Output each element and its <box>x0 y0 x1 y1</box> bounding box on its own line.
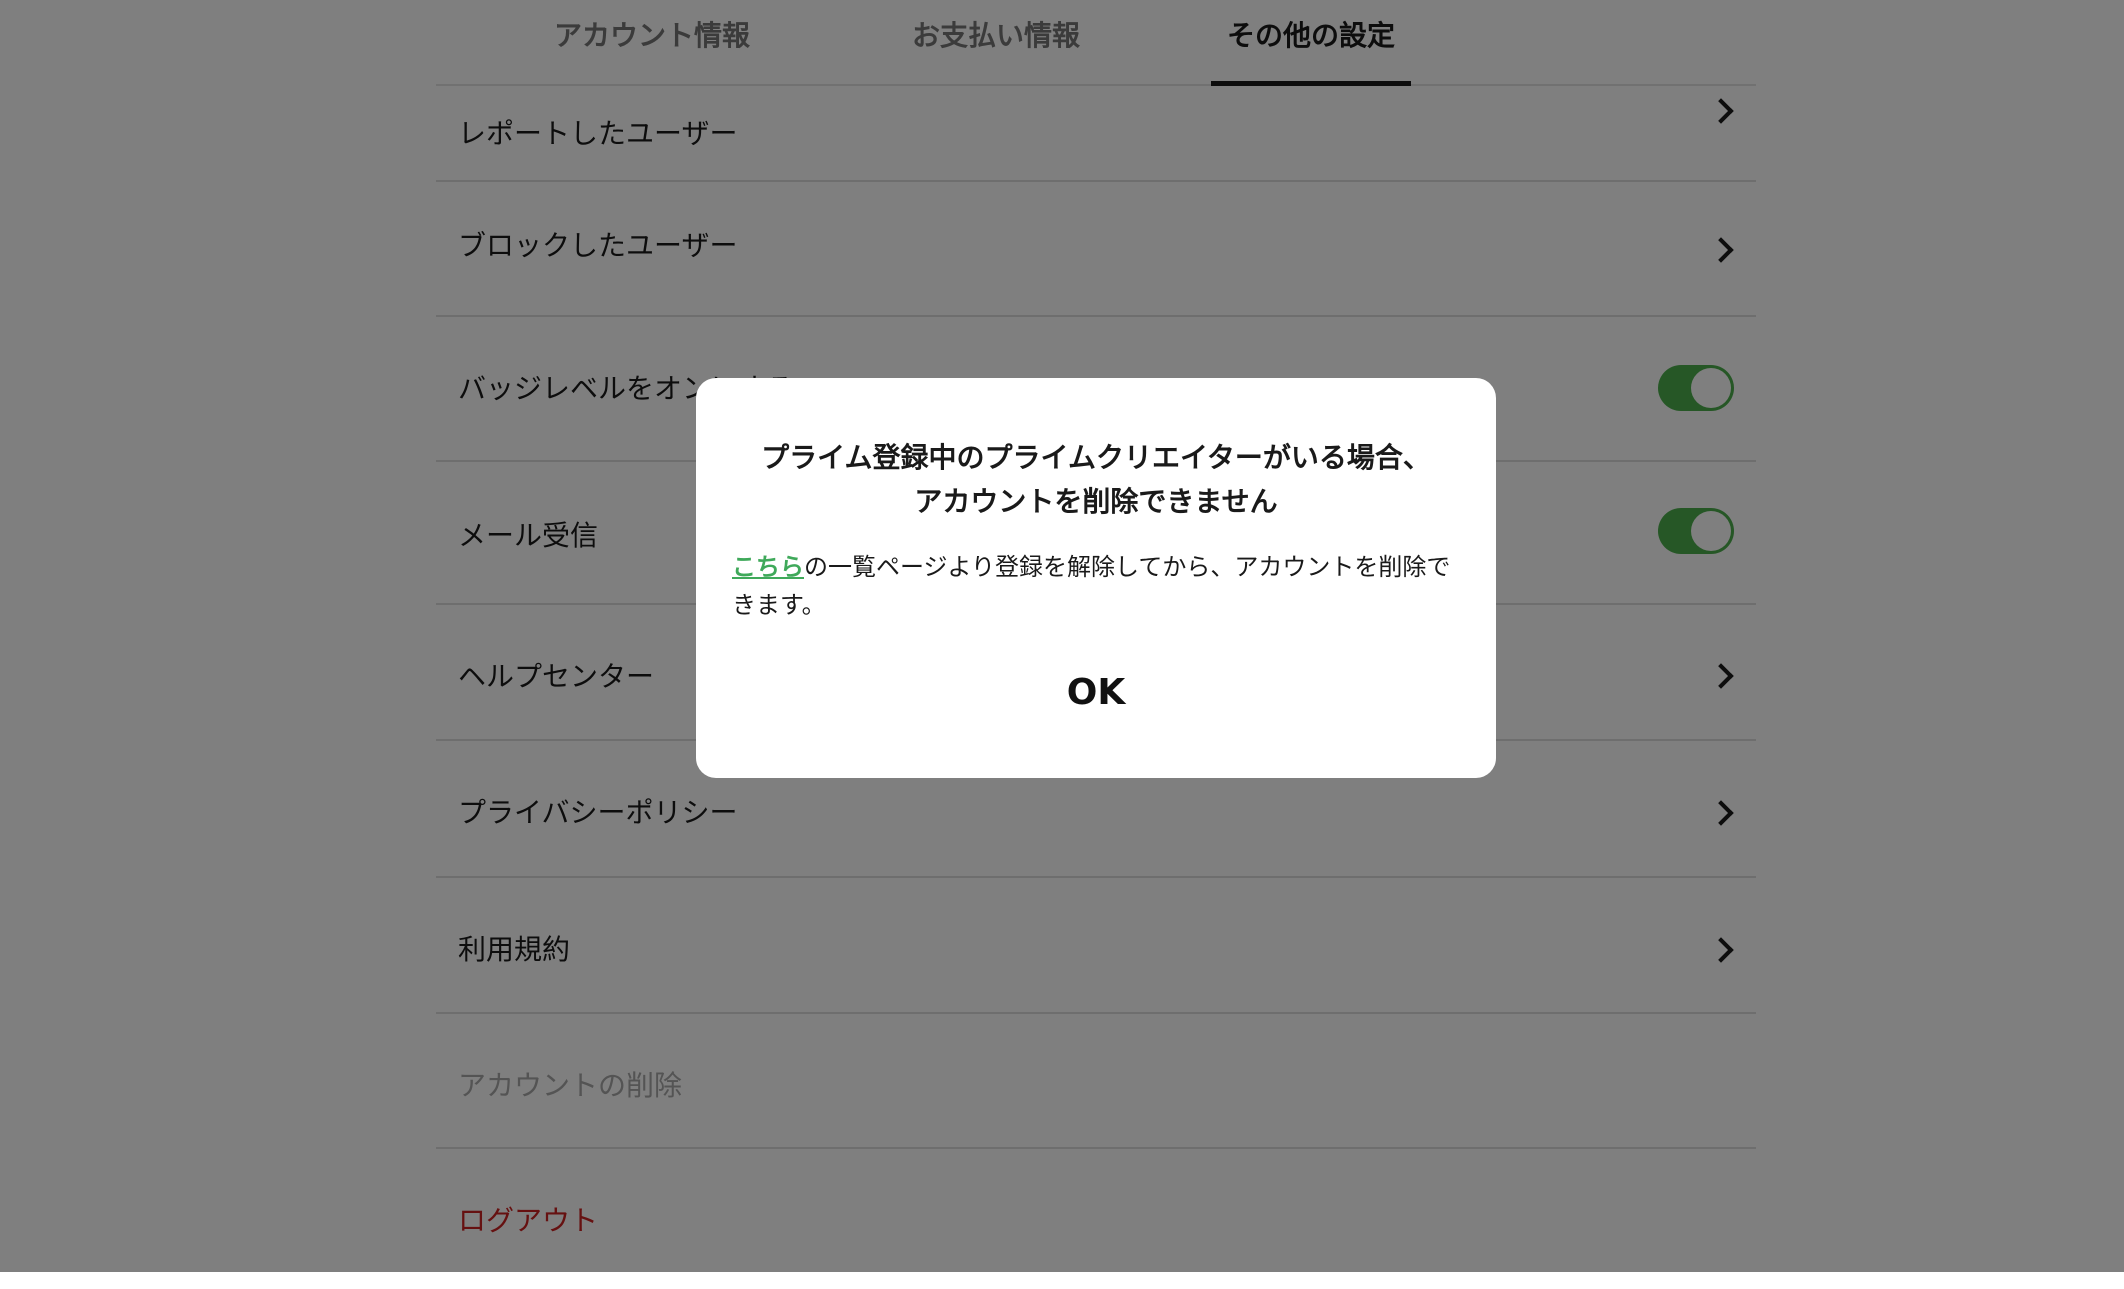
delete-account-blocked-dialog: プライム登録中のプライムクリエイターがいる場合、 アカウントを削除できません こ… <box>696 378 1496 778</box>
dialog-message-text: の一覧ページより登録を解除してから、アカウントを削除できます。 <box>732 553 1451 619</box>
dialog-title-line2: アカウントを削除できません <box>914 485 1278 518</box>
dialog-title: プライム登録中のプライムクリエイターがいる場合、 アカウントを削除できません <box>726 436 1466 524</box>
dialog-message: こちらの一覧ページより登録を解除してから、アカウントを削除できます。 <box>732 548 1464 624</box>
dialog-title-line1: プライム登録中のプライムクリエイターがいる場合、 <box>761 441 1431 474</box>
prime-list-link[interactable]: こちら <box>732 553 804 581</box>
ok-button[interactable]: OK <box>996 662 1196 722</box>
